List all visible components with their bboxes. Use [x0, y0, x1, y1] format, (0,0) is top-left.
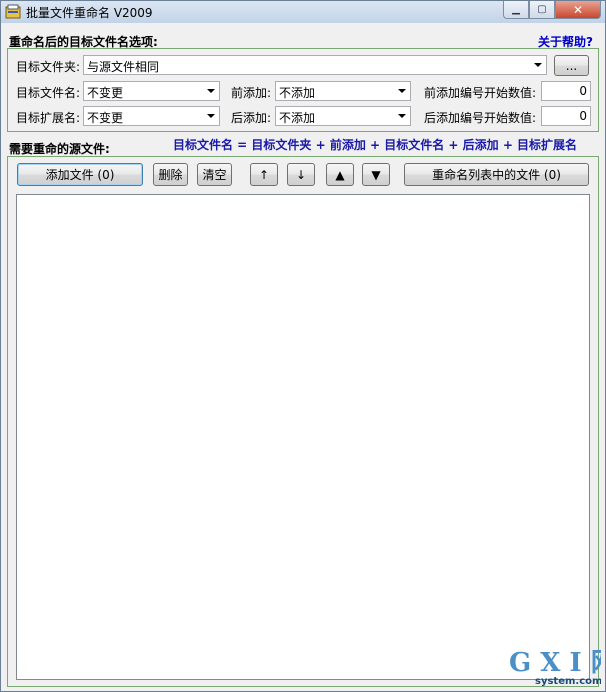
watermark-domain: system.com	[535, 676, 601, 687]
maximize-button[interactable]: ▢	[529, 1, 555, 19]
arrow-down-icon: ↓	[295, 167, 307, 182]
target-folder-label: 目标文件夹:	[16, 60, 81, 74]
chevron-down-icon	[534, 63, 542, 67]
target-ext-value: 不变更	[87, 111, 124, 125]
rename-files-button[interactable]: 重命名列表中的文件 (0)	[404, 163, 589, 186]
prefix-start-input[interactable]: 0	[541, 81, 591, 101]
target-name-label: 目标文件名:	[16, 86, 81, 100]
maximize-icon: ▢	[537, 4, 547, 15]
target-ext-label: 目标扩展名:	[16, 111, 81, 125]
close-icon: ✕	[572, 2, 584, 17]
prefix-label: 前添加:	[231, 86, 272, 100]
arrow-up-icon: ↑	[258, 167, 270, 182]
move-bottom-button[interactable]: ▼	[362, 163, 390, 186]
chevron-down-icon	[398, 114, 406, 118]
chevron-down-icon	[398, 89, 406, 93]
triangle-up-icon: ▲	[335, 167, 345, 182]
prefix-start-label: 前添加编号开始数值:	[424, 86, 537, 100]
browse-button[interactable]: ...	[554, 55, 589, 76]
target-folder-select[interactable]: 与源文件相同	[83, 55, 547, 75]
chevron-down-icon	[207, 114, 215, 118]
minimize-icon: ▁	[512, 4, 520, 15]
move-down-button[interactable]: ↓	[287, 163, 315, 186]
move-up-button[interactable]: ↑	[250, 163, 278, 186]
target-ext-select[interactable]: 不变更	[83, 106, 220, 126]
prefix-select[interactable]: 不添加	[275, 81, 411, 101]
delete-button[interactable]: 删除	[153, 163, 188, 186]
watermark-brand: G X I 网	[509, 648, 601, 678]
source-section-title: 需要重命的源文件:	[9, 142, 110, 156]
suffix-start-input[interactable]: 0	[541, 106, 591, 126]
filename-formula: 目标文件名 = 目标文件夹 + 前添加 + 目标文件名 + 后添加 + 目标扩展…	[173, 138, 578, 152]
title-bar[interactable]: 批量文件重命名 V2009 ▁ ▢ ✕	[1, 1, 605, 23]
app-window: 批量文件重命名 V2009 ▁ ▢ ✕ 重命名后的目标文件名选项: 关于帮助? …	[0, 0, 606, 692]
add-files-button[interactable]: 添加文件 (0)	[17, 163, 143, 186]
move-top-button[interactable]: ▲	[326, 163, 354, 186]
prefix-value: 不添加	[279, 86, 316, 100]
chevron-down-icon	[207, 89, 215, 93]
site-watermark-logo: G X I 网 system.com	[509, 648, 601, 687]
suffix-value: 不添加	[279, 111, 316, 125]
suffix-select[interactable]: 不添加	[275, 106, 411, 126]
triangle-down-icon: ▼	[371, 167, 381, 182]
target-name-value: 不变更	[87, 86, 124, 100]
minimize-button[interactable]: ▁	[503, 1, 529, 19]
target-folder-value: 与源文件相同	[87, 60, 160, 74]
suffix-start-label: 后添加编号开始数值:	[424, 111, 537, 125]
close-button[interactable]: ✕	[555, 1, 601, 19]
source-file-list[interactable]	[16, 194, 590, 680]
suffix-label: 后添加:	[231, 111, 272, 125]
target-name-select[interactable]: 不变更	[83, 81, 220, 101]
clear-button[interactable]: 清空	[197, 163, 232, 186]
app-icon	[5, 4, 21, 19]
window-title: 批量文件重命名 V2009	[26, 6, 153, 20]
